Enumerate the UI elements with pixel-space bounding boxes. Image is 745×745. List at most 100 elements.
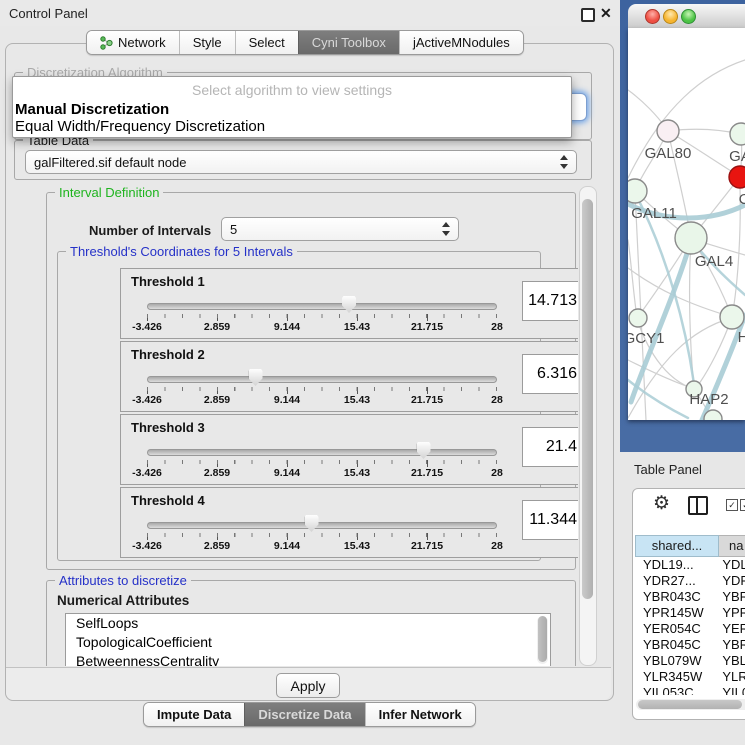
tab-infer-network[interactable]: Infer Network (365, 703, 475, 726)
network-node-gal11[interactable] (628, 179, 647, 203)
attribute-list-item[interactable]: TopologicalCoefficient (66, 633, 550, 652)
minimize-traffic-light[interactable] (663, 9, 678, 24)
cell-shared-name[interactable]: YBR045C (635, 637, 712, 653)
cell-name[interactable]: YLR3 (712, 669, 745, 685)
cell-shared-name[interactable]: YER054C (635, 621, 712, 637)
cell-name[interactable]: YDR2 (712, 573, 745, 589)
table-row[interactable]: YBR043CYBR0 (635, 589, 745, 605)
numerical-attributes-list[interactable]: SelfLoopsTopologicalCoefficientBetweenne… (65, 613, 551, 666)
algorithm-dropdown-popup: Select algorithm to view settings Manual… (12, 76, 572, 138)
zoom-traffic-light[interactable] (681, 9, 696, 24)
attributes-group: Attributes to discretize Numerical Attri… (46, 580, 576, 666)
cell-shared-name[interactable]: YPR145W (635, 605, 712, 621)
table-row[interactable]: YDR27...YDR2 (635, 573, 745, 589)
slider-track[interactable] (147, 303, 497, 310)
close-traffic-light[interactable] (645, 9, 660, 24)
table-row[interactable]: YPR145WYPR1 (635, 605, 745, 621)
cell-name[interactable]: YBL0 (712, 653, 745, 669)
float-window-icon[interactable] (581, 8, 595, 22)
threshold-row: Threshold 2 -3.4262.8599.14415.4321.7152… (120, 341, 578, 412)
cell-name[interactable]: YPR1 (712, 605, 745, 621)
cell-name[interactable]: YBR0 (712, 589, 745, 605)
threshold-row: Threshold 3 -3.4262.8599.14415.4321.7152… (120, 414, 578, 485)
split-column-icon[interactable] (688, 496, 708, 515)
threshold-4-value-field[interactable]: 11.344 (522, 500, 578, 540)
table-row[interactable]: YIL053CYIL0 (635, 685, 745, 695)
node-table-panel: ⚙ ✓ ✓ shared... na YDL19...YDL1YDR27...Y… (632, 488, 745, 720)
threshold-2-slider[interactable]: -3.4262.8599.14415.4321.71528 (147, 374, 497, 408)
table-horizontal-scrollbar-thumb[interactable] (638, 700, 742, 709)
slider-track[interactable] (147, 449, 497, 456)
cell-shared-name[interactable]: YDR27... (635, 573, 712, 589)
network-node-gcy1[interactable] (629, 309, 647, 327)
cell-shared-name[interactable]: YLR345W (635, 669, 712, 685)
network-icon (100, 36, 113, 50)
apply-button[interactable]: Apply (276, 673, 340, 698)
threshold-3-slider[interactable]: -3.4262.8599.14415.4321.71528 (147, 447, 497, 481)
slider-tick-label: 21.715 (411, 540, 443, 552)
tab-select[interactable]: Select (235, 31, 298, 54)
tab-impute-data[interactable]: Impute Data (144, 703, 244, 726)
table-data-combo[interactable]: galFiltered.sif default node (25, 150, 577, 174)
table-row[interactable]: YBL079WYBL0 (635, 653, 745, 669)
cell-name[interactable]: YDL1 (712, 557, 745, 573)
network-node-label: GAL80 (645, 145, 692, 162)
threshold-1-slider[interactable]: -3.4262.8599.14415.4321.71528 (147, 301, 497, 335)
slider-thumb[interactable] (417, 442, 431, 459)
table-horizontal-scrollbar[interactable] (636, 699, 745, 710)
table-row[interactable]: YER054CYER0 (635, 621, 745, 637)
close-icon[interactable]: ✕ (600, 5, 612, 22)
slider-track[interactable] (147, 522, 497, 529)
cell-shared-name[interactable]: YIL053C (635, 685, 712, 695)
cell-name[interactable]: YER0 (712, 621, 745, 637)
algorithm-option-equal-width[interactable]: Equal Width/Frequency Discretization (15, 118, 265, 135)
threshold-4-slider[interactable]: -3.4262.8599.14415.4321.71528 (147, 520, 497, 554)
attribute-list-item[interactable]: SelfLoops (66, 614, 550, 633)
attribute-list-item[interactable]: BetweennessCentrality (66, 652, 550, 666)
algorithm-option-manual[interactable]: Manual Discretization (15, 101, 169, 118)
cell-shared-name[interactable]: YBR043C (635, 589, 712, 605)
column-header-shared-name[interactable]: shared... (635, 535, 719, 557)
slider-thumb[interactable] (305, 515, 319, 532)
table-row[interactable]: YBR045CYBR0 (635, 637, 745, 653)
gear-icon[interactable]: ⚙ (653, 492, 670, 515)
network-node-label: C (739, 191, 745, 208)
attributes-list-scrollbar[interactable] (537, 616, 548, 664)
threshold-1-value-field[interactable]: 14.713 (522, 281, 578, 321)
network-node-gal4[interactable] (675, 222, 707, 254)
number-of-intervals-combo[interactable]: 5 (221, 217, 459, 241)
cell-shared-name[interactable]: YBL079W (635, 653, 712, 669)
slider-thumb[interactable] (342, 296, 356, 313)
tab-network[interactable]: Network (87, 31, 179, 54)
settings-scrollbar-thumb[interactable] (582, 199, 593, 599)
tab-cyni-toolbox[interactable]: Cyni Toolbox (298, 31, 399, 54)
settings-scrollbar[interactable] (579, 186, 597, 666)
table-row[interactable]: YLR345WYLR3 (635, 669, 745, 685)
thresholds-group: Threshold's Coordinates for 5 Intervals … (57, 251, 541, 561)
slider-thumb[interactable] (249, 369, 263, 386)
control-panel-titlebar: Control Panel ✕ (0, 0, 620, 26)
tab-style[interactable]: Style (179, 31, 235, 54)
network-node-c[interactable] (729, 166, 745, 188)
network-node-gal80[interactable] (657, 120, 679, 142)
attributes-group-title: Attributes to discretize (55, 573, 191, 588)
cell-shared-name[interactable]: YDL19... (635, 557, 712, 573)
cell-name[interactable]: YBR0 (712, 637, 745, 653)
threshold-2-value-field[interactable]: 6.316 (522, 354, 578, 394)
threshold-3-value-field[interactable]: 21.4 (522, 427, 578, 467)
column-header-name[interactable]: na (719, 535, 745, 557)
network-node-ga[interactable] (730, 123, 745, 145)
cell-name[interactable]: YIL0 (712, 685, 745, 695)
algorithm-placeholder-option[interactable]: Select algorithm to view settings (13, 82, 571, 98)
network-canvas[interactable]: GAL80GACGAL11GAL4GCY1HHAP2 (628, 28, 745, 420)
network-node-h[interactable] (720, 305, 744, 329)
slider-track[interactable] (147, 376, 497, 383)
checkbox-checked-icon[interactable]: ✓ (740, 499, 745, 511)
table-row[interactable]: YDL19...YDL1 (635, 557, 745, 573)
control-panel-tabs: Network Style Select Cyni Toolbox jActiv… (86, 30, 524, 55)
slider-tick-label: 28 (491, 540, 503, 552)
tab-jactivemnodules[interactable]: jActiveMNodules (399, 31, 523, 54)
checkbox-checked-icon[interactable]: ✓ (726, 499, 738, 511)
tab-discretize-data[interactable]: Discretize Data (244, 703, 364, 726)
network-node-label: GAL11 (631, 205, 677, 222)
